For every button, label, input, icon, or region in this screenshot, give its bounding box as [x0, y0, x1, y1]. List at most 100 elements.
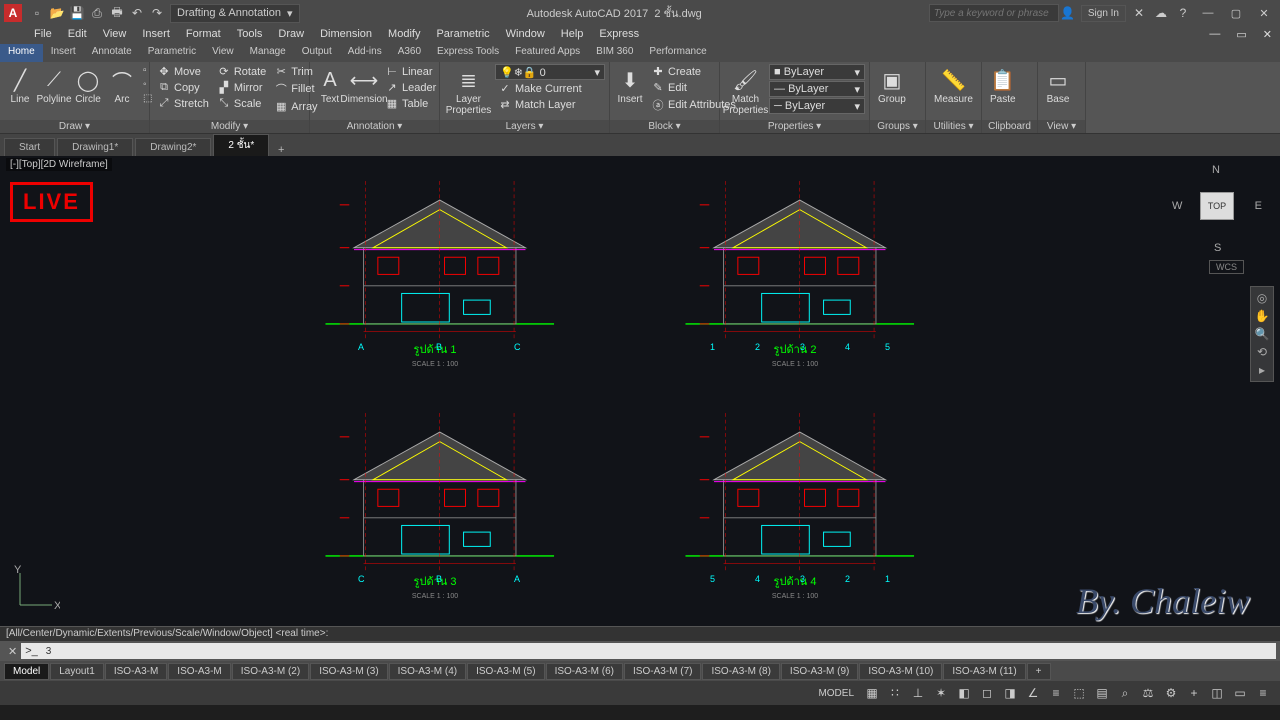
insert-block-button[interactable]: ⬇Insert — [614, 64, 646, 107]
panel-groups-title[interactable]: Groups ▾ — [870, 120, 925, 133]
a360-icon[interactable]: ☁ — [1152, 4, 1170, 22]
menu-parametric[interactable]: Parametric — [428, 26, 497, 44]
layout-tab[interactable]: ISO-A3-M (8) — [702, 663, 779, 680]
qat-plot-icon[interactable]: 🖶 — [108, 4, 126, 22]
command-input[interactable] — [42, 643, 1276, 659]
menu-dimension[interactable]: Dimension — [312, 26, 380, 44]
linear-button[interactable]: ⊢Linear — [382, 64, 439, 79]
menu-modify[interactable]: Modify — [380, 26, 428, 44]
panel-view-title[interactable]: View ▾ — [1038, 120, 1085, 133]
status-clean-icon[interactable]: ▭ — [1229, 683, 1251, 703]
panel-layers-title[interactable]: Layers ▾ — [440, 120, 609, 133]
drawing-canvas[interactable]: [-][Top][2D Wireframe] LIVE รูปด้าน 1SCA… — [0, 156, 1280, 626]
nav-wheel-icon[interactable]: ◎ — [1257, 291, 1267, 305]
nav-showmotion-icon[interactable]: ▸ — [1259, 363, 1265, 377]
menu-express[interactable]: Express — [591, 26, 647, 44]
tab-addins[interactable]: Add-ins — [340, 44, 390, 62]
status-annomon-icon[interactable]: + — [1183, 683, 1205, 703]
panel-block-title[interactable]: Block ▾ — [610, 120, 719, 133]
layout-tab[interactable]: ISO-A3-M (2) — [232, 663, 309, 680]
mirror-button[interactable]: ▞Mirror — [214, 80, 269, 95]
status-otrack-icon[interactable]: ∠ — [1022, 683, 1044, 703]
tab-insert[interactable]: Insert — [43, 44, 84, 62]
panel-annotation-title[interactable]: Annotation ▾ — [310, 120, 439, 133]
search-input[interactable] — [929, 4, 1059, 22]
tab-home[interactable]: Home — [0, 44, 43, 62]
color-dropdown[interactable]: ■ ByLayer▾ — [769, 64, 865, 80]
qat-save-icon[interactable]: 💾 — [68, 4, 86, 22]
measure-button[interactable]: 📏Measure — [930, 64, 977, 107]
layout-tab[interactable]: ISO-A3-M — [168, 663, 230, 680]
layout-tab[interactable]: ISO-A3-M (9) — [781, 663, 858, 680]
status-3dosnap-icon[interactable]: ◨ — [999, 683, 1021, 703]
viewcube-top[interactable]: TOP — [1200, 192, 1234, 220]
file-tab-drawing2[interactable]: Drawing2* — [135, 138, 211, 156]
nav-zoom-icon[interactable]: 🔍 — [1255, 327, 1270, 341]
file-tab-add[interactable]: + — [271, 144, 291, 156]
panel-props-title[interactable]: Properties ▾ — [720, 120, 869, 133]
qat-open-icon[interactable]: 📂 — [48, 4, 66, 22]
status-ortho-icon[interactable]: ⊥ — [907, 683, 929, 703]
minimize-icon[interactable]: — — [1196, 3, 1220, 23]
maximize-icon[interactable]: ▢ — [1224, 3, 1248, 23]
wcs-label[interactable]: WCS — [1209, 260, 1244, 274]
app-logo[interactable]: A — [4, 4, 22, 22]
arc-button[interactable]: ⌒Arc — [106, 64, 138, 107]
close-icon[interactable]: ✕ — [1252, 3, 1276, 23]
view-cube[interactable]: N S W E TOP — [1172, 164, 1262, 254]
menu-draw[interactable]: Draw — [270, 26, 312, 44]
status-tpy-icon[interactable]: ⬚ — [1068, 683, 1090, 703]
tab-express[interactable]: Express Tools — [429, 44, 507, 62]
tab-output[interactable]: Output — [294, 44, 340, 62]
qat-new-icon[interactable]: ▫ — [28, 4, 46, 22]
exchange-icon[interactable]: ✕ — [1130, 4, 1148, 22]
group-button[interactable]: ▣Group — [874, 64, 910, 107]
linetype-dropdown[interactable]: ─ ByLayer▾ — [769, 98, 865, 114]
help-icon[interactable]: ? — [1174, 4, 1192, 22]
nav-pan-icon[interactable]: ✋ — [1255, 309, 1270, 323]
status-custom-icon[interactable]: ≡ — [1252, 683, 1274, 703]
nav-orbit-icon[interactable]: ⟲ — [1257, 345, 1267, 359]
stretch-button[interactable]: ⤢Stretch — [154, 96, 212, 111]
qat-saveas-icon[interactable]: ⎙ — [88, 4, 106, 22]
menu-file[interactable]: File — [26, 26, 60, 44]
line-button[interactable]: ╱Line — [4, 64, 36, 107]
status-isodraft-icon[interactable]: ◧ — [953, 683, 975, 703]
status-sc-icon[interactable]: ⌕ — [1114, 683, 1136, 703]
layout-tab[interactable]: ISO-A3-M (6) — [546, 663, 623, 680]
layout-tab[interactable]: Model — [4, 663, 49, 680]
scale-button[interactable]: ⤡Scale — [214, 96, 269, 111]
layer-props-button[interactable]: ≣Layer Properties — [444, 64, 493, 118]
layout-tab[interactable]: ISO-A3-M — [105, 663, 167, 680]
polyline-button[interactable]: ⟋Polyline — [38, 64, 70, 107]
status-ws-icon[interactable]: ⚙ — [1160, 683, 1182, 703]
paste-button[interactable]: 📋Paste — [986, 64, 1020, 107]
menu-format[interactable]: Format — [178, 26, 229, 44]
menu-help[interactable]: Help — [553, 26, 592, 44]
move-button[interactable]: ✥Move — [154, 64, 212, 79]
tab-annotate[interactable]: Annotate — [84, 44, 140, 62]
tab-parametric[interactable]: Parametric — [140, 44, 204, 62]
lineweight-dropdown[interactable]: — ByLayer▾ — [769, 81, 865, 97]
status-qp-icon[interactable]: ▤ — [1091, 683, 1113, 703]
leader-button[interactable]: ↗Leader — [382, 80, 439, 95]
tab-manage[interactable]: Manage — [242, 44, 294, 62]
tab-featured[interactable]: Featured Apps — [507, 44, 588, 62]
tab-view[interactable]: View — [204, 44, 242, 62]
panel-draw-title[interactable]: Draw ▾ — [0, 120, 149, 133]
status-osnap-icon[interactable]: ◻ — [976, 683, 998, 703]
file-tab-current[interactable]: 2 ชั้น* — [213, 134, 269, 156]
layout-tab[interactable]: Layout1 — [50, 663, 104, 680]
layout-tab[interactable]: + — [1027, 663, 1051, 680]
dimension-button[interactable]: ⟷Dimension — [348, 64, 380, 107]
menu-view[interactable]: View — [95, 26, 135, 44]
ucs-icon[interactable]: YX — [10, 565, 60, 618]
navigation-bar[interactable]: ◎ ✋ 🔍 ⟲ ▸ — [1250, 286, 1274, 382]
qat-redo-icon[interactable]: ↷ — [148, 4, 166, 22]
rotate-button[interactable]: ⟳Rotate — [214, 64, 269, 79]
mdi-close-icon[interactable]: ✕ — [1255, 26, 1280, 44]
signin-button[interactable]: Sign In — [1081, 5, 1126, 22]
layout-tab[interactable]: ISO-A3-M (5) — [467, 663, 544, 680]
status-model[interactable]: MODEL — [812, 688, 860, 699]
menu-edit[interactable]: Edit — [60, 26, 95, 44]
